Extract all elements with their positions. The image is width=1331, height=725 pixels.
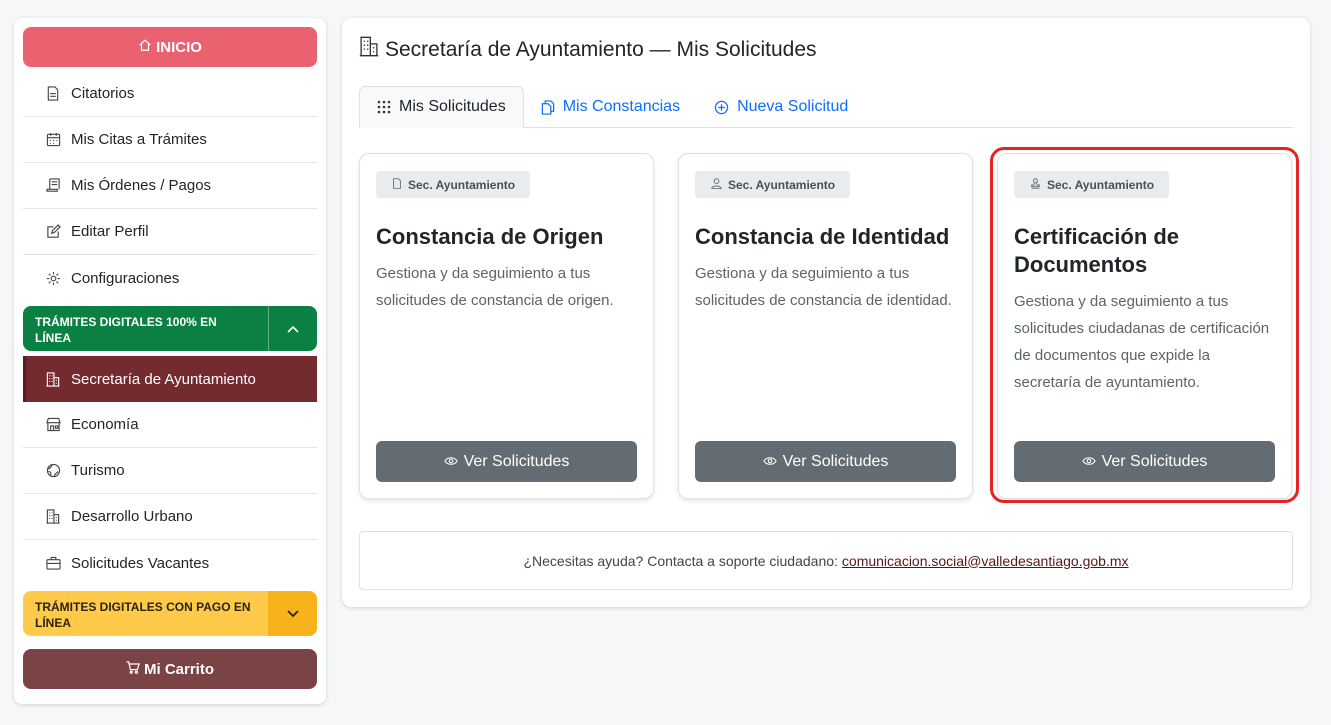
building-icon	[359, 36, 379, 63]
main-panel: Secretaría de Ayuntamiento — Mis Solicit…	[342, 18, 1310, 607]
person-icon	[711, 177, 722, 192]
inicio-label: INICIO	[156, 38, 202, 56]
mi-carrito-button[interactable]: Mi Carrito	[23, 649, 317, 689]
group-tramites-pago[interactable]: TRÁMITES DIGITALES CON PAGO EN LÍNEA	[23, 591, 317, 636]
ver-solicitudes-button[interactable]: Ver Solicitudes	[1014, 441, 1275, 482]
button-label: Ver Solicitudes	[1101, 452, 1208, 470]
briefcase-icon	[45, 555, 61, 571]
sidebar-item-ordenes[interactable]: Mis Órdenes / Pagos	[23, 163, 317, 209]
support-email-link[interactable]: comunicacion.social@valledesantiago.gob.…	[842, 553, 1129, 569]
sidebar-item-citas[interactable]: Mis Citas a Trámites	[23, 117, 317, 163]
edit-icon	[45, 224, 61, 240]
gear-icon	[45, 270, 61, 286]
sidebar-item-label: Mis Órdenes / Pagos	[71, 177, 212, 194]
sidebar-item-label: Secretaría de Ayuntamiento	[71, 370, 256, 388]
card-badge-label: Sec. Ayuntamiento	[728, 177, 836, 192]
help-box: ¿Necesitas ayuda? Contacta a soporte ciu…	[359, 531, 1293, 590]
globe-icon	[45, 463, 61, 479]
tabs-bar: Mis Solicitudes Mis Constancias Nueva So…	[359, 86, 1293, 128]
sidebar-item-label: Editar Perfil	[71, 223, 149, 240]
card-constancia-identidad: Sec. Ayuntamiento Constancia de Identida…	[678, 153, 973, 499]
receipt-icon	[45, 178, 61, 194]
tab-mis-constancias[interactable]: Mis Constancias	[524, 86, 697, 128]
building-icon	[45, 509, 61, 525]
eye-icon	[443, 453, 458, 471]
sidebar-item-label: Mis Citas a Trámites	[71, 131, 207, 148]
sidebar-item-label: Desarrollo Urbano	[71, 508, 193, 525]
page-title-text: Secretaría de Ayuntamiento — Mis Solicit…	[385, 37, 817, 61]
card-certificacion-documentos: Sec. Ayuntamiento Certificación de Docum…	[997, 153, 1292, 499]
building-icon	[45, 371, 61, 387]
card-badge: Sec. Ayuntamiento	[1014, 171, 1170, 198]
card-badge-label: Sec. Ayuntamiento	[1047, 177, 1155, 192]
sidebar-item-economia[interactable]: Economía	[23, 402, 317, 448]
card-badge: Sec. Ayuntamiento	[695, 171, 851, 198]
sidebar-item-turismo[interactable]: Turismo	[23, 448, 317, 494]
document-icon	[45, 86, 61, 102]
card-description: Gestiona y da seguimiento a tus solicitu…	[1014, 293, 1270, 391]
card-title: Constancia de Identidad	[695, 224, 950, 249]
tab-label: Mis Solicitudes	[399, 98, 506, 115]
card-constancia-origen: Sec. Ayuntamiento Constancia de Origen G…	[359, 153, 654, 499]
eye-icon	[1081, 453, 1096, 471]
button-label: Ver Solicitudes	[782, 452, 889, 470]
group-tramites-digitales[interactable]: TRÁMITES DIGITALES 100% EN LÍNEA	[23, 306, 317, 351]
card-description: Gestiona y da seguimiento a tus solicitu…	[376, 265, 614, 309]
ver-solicitudes-button[interactable]: Ver Solicitudes	[695, 441, 956, 482]
cart-icon	[126, 660, 140, 678]
card-title: Certificación de Documentos	[1014, 224, 1180, 277]
tab-mis-solicitudes[interactable]: Mis Solicitudes	[359, 86, 524, 128]
tab-label: Nueva Solicitud	[737, 98, 849, 115]
button-label: Ver Solicitudes	[463, 452, 570, 470]
chevron-down-icon	[286, 605, 299, 623]
sidebar-item-label: Solicitudes Vacantes	[71, 554, 210, 572]
tab-label: Mis Constancias	[562, 98, 681, 115]
group-label: TRÁMITES DIGITALES 100% EN LÍNEA	[35, 315, 217, 345]
sidebar-item-label: Turismo	[71, 462, 125, 479]
ver-solicitudes-button[interactable]: Ver Solicitudes	[376, 441, 637, 482]
sidebar-item-label: Economía	[71, 416, 139, 433]
page-title: Secretaría de Ayuntamiento — Mis Solicit…	[359, 36, 817, 63]
sidebar: INICIO Citatorios Mis Citas a Trámites M…	[14, 18, 326, 704]
shop-icon	[45, 417, 61, 433]
sidebar-item-solicitudes-vacantes[interactable]: Solicitudes Vacantes	[23, 540, 317, 586]
sidebar-item-label: Configuraciones	[71, 269, 180, 287]
group-expand-button[interactable]	[268, 591, 317, 636]
sidebar-item-citatorios[interactable]: Citatorios	[23, 71, 317, 117]
chevron-up-icon	[287, 320, 299, 338]
card-badge-label: Sec. Ayuntamiento	[408, 177, 516, 192]
copy-icon	[541, 99, 555, 115]
home-icon	[138, 38, 152, 56]
cart-label: Mi Carrito	[143, 660, 214, 678]
sidebar-item-secretaria-ayuntamiento[interactable]: Secretaría de Ayuntamiento	[23, 356, 317, 402]
plus-circle-icon	[714, 100, 729, 115]
group-collapse-button[interactable]	[268, 306, 317, 351]
calendar-icon	[45, 132, 61, 148]
eye-icon	[762, 453, 777, 471]
sidebar-item-editar-perfil[interactable]: Editar Perfil	[23, 209, 317, 255]
inicio-button[interactable]: INICIO	[23, 27, 317, 67]
sidebar-item-configuraciones[interactable]: Configuraciones	[23, 255, 317, 301]
card-description: Gestiona y da seguimiento a tus solicitu…	[695, 265, 952, 309]
sidebar-item-label: Citatorios	[71, 85, 135, 102]
card-title: Constancia de Origen	[376, 224, 604, 249]
card-badge: Sec. Ayuntamiento	[376, 171, 531, 198]
group-label: TRÁMITES DIGITALES CON PAGO EN LÍNEA	[35, 600, 251, 630]
stamp-icon	[1030, 177, 1041, 192]
grid-icon	[377, 100, 391, 114]
document-icon	[392, 177, 402, 192]
sidebar-item-desarrollo-urbano[interactable]: Desarrollo Urbano	[23, 494, 317, 540]
help-text: ¿Necesitas ayuda? Contacta a soporte ciu…	[523, 552, 838, 569]
tab-nueva-solicitud[interactable]: Nueva Solicitud	[697, 86, 865, 128]
